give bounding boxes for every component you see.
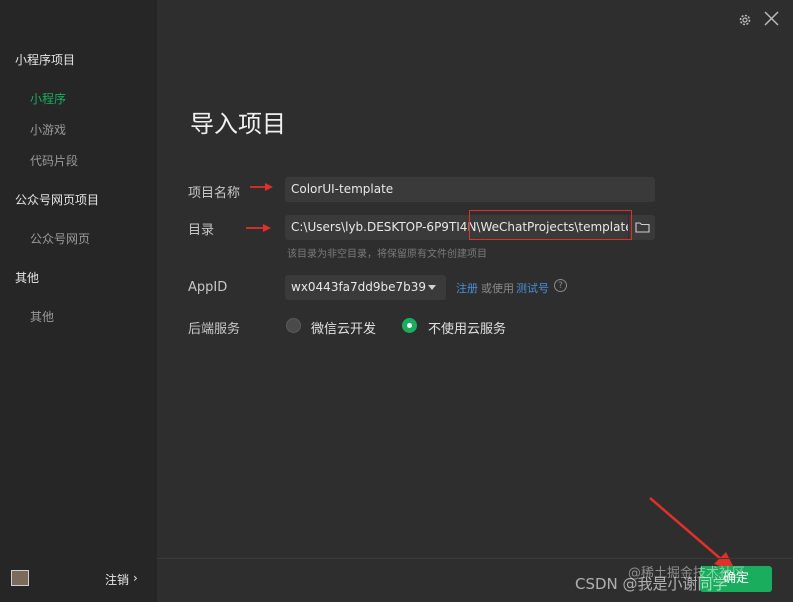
annotation-red-box	[469, 210, 632, 240]
sidebar-item-other[interactable]: 其他	[30, 308, 54, 325]
appid-value: wx0443fa7dd9be7b39	[291, 280, 427, 294]
radio-wechat-cloud-label[interactable]: 微信云开发	[311, 318, 376, 337]
appid-label: AppID	[188, 280, 228, 295]
directory-label: 目录	[188, 223, 215, 238]
folder-browse-button[interactable]	[628, 215, 655, 240]
sidebar-group-other: 其他	[15, 271, 40, 285]
page-title: 导入项目	[190, 110, 286, 138]
user-avatar-icon[interactable]	[11, 570, 29, 586]
annotation-arrow-project-name	[250, 183, 273, 191]
help-icon[interactable]: ?	[554, 279, 567, 292]
watermark-csdn: CSDN @我是小谢同学	[575, 575, 728, 593]
chevron-right-icon[interactable]: ›	[133, 571, 138, 585]
radio-wechat-cloud[interactable]	[286, 318, 301, 333]
or-use-text: 或使用	[481, 282, 514, 295]
close-icon[interactable]	[764, 11, 779, 26]
sidebar-group-official-web: 公众号网页项目	[15, 193, 100, 207]
register-link[interactable]: 注册	[456, 280, 478, 296]
annotation-arrow-directory	[246, 224, 271, 232]
appid-select[interactable]: wx0443fa7dd9be7b39	[285, 275, 446, 300]
backend-label: 后端服务	[188, 322, 241, 337]
sidebar-item-code-snippet[interactable]: 代码片段	[30, 152, 78, 169]
sidebar-item-minigame[interactable]: 小游戏	[30, 121, 66, 138]
test-account-link[interactable]: 测试号	[516, 280, 549, 296]
logout-button[interactable]: 注销	[105, 571, 129, 588]
sidebar-item-official-web[interactable]: 公众号网页	[30, 230, 90, 247]
sidebar-item-miniprogram[interactable]: 小程序	[30, 90, 66, 107]
directory-hint: 该目录为非空目录，将保留原有文件创建项目	[287, 249, 487, 260]
folder-icon	[635, 222, 650, 233]
radio-no-cloud[interactable]	[402, 318, 417, 333]
caret-down-icon	[428, 285, 436, 290]
footer-divider	[157, 558, 793, 559]
sidebar-group-miniprogram: 小程序项目	[15, 53, 76, 67]
project-name-input[interactable]: ColorUI-template	[285, 177, 655, 202]
radio-no-cloud-label[interactable]: 不使用云服务	[428, 318, 506, 337]
gear-icon[interactable]	[738, 12, 752, 26]
project-name-label: 项目名称	[188, 186, 241, 201]
sidebar: 小程序项目 小程序 小游戏 代码片段 公众号网页项目 公众号网页 其他 其他 注…	[0, 0, 157, 602]
